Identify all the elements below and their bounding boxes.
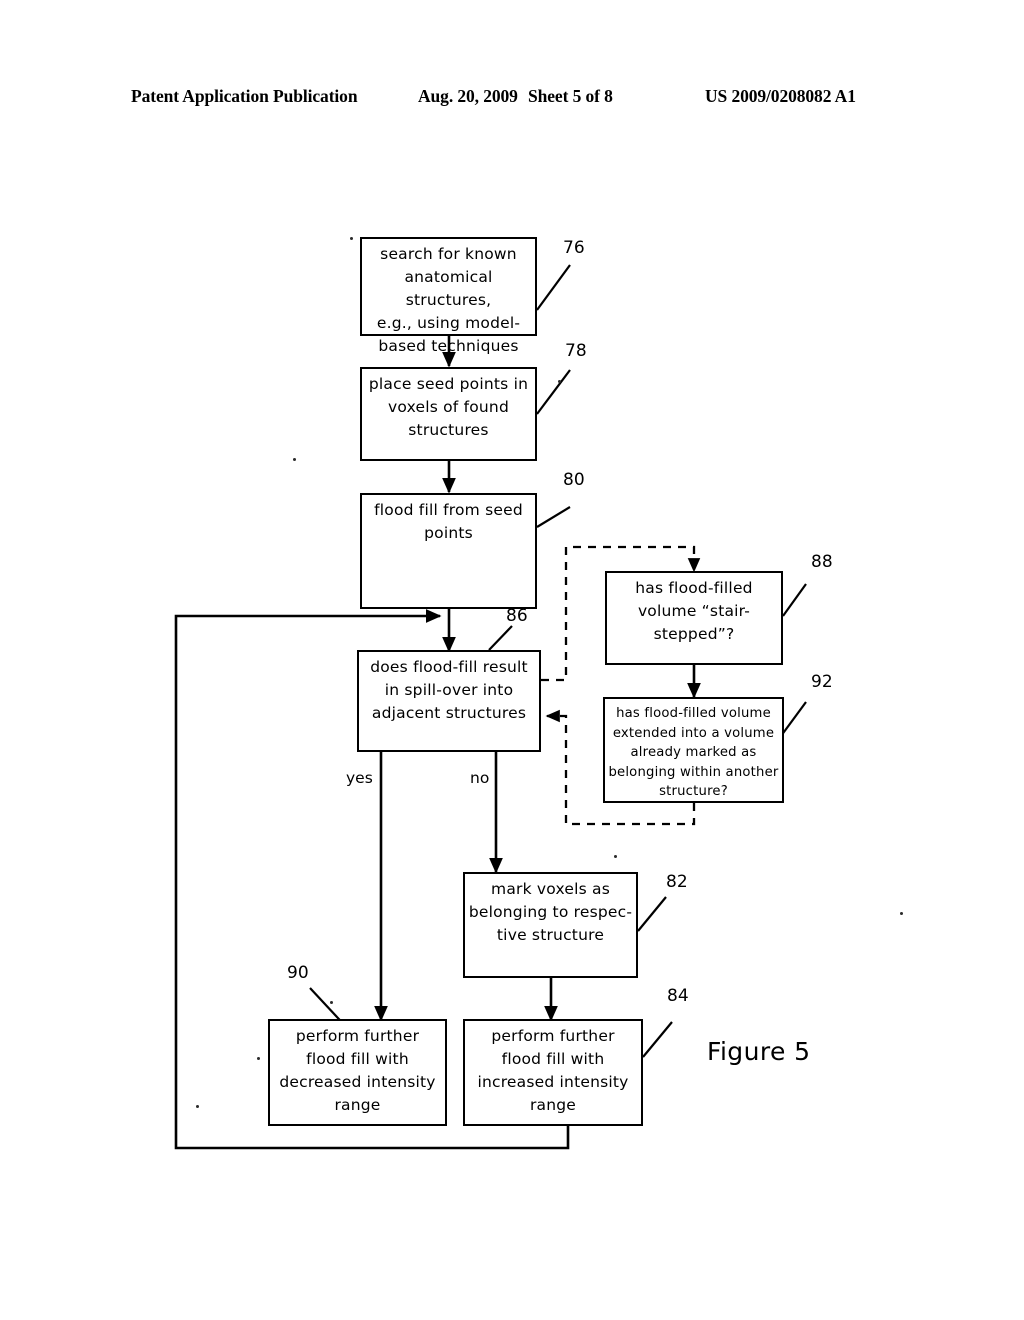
scan-speck bbox=[350, 237, 353, 240]
scan-speck bbox=[196, 1105, 199, 1108]
flow-box-80-text: flood fill from seed points bbox=[374, 501, 523, 542]
leader-line-92 bbox=[780, 701, 807, 737]
flow-box-78-text: place seed points in voxels of found str… bbox=[368, 375, 529, 439]
ref-numeral-82: 82 bbox=[666, 872, 688, 892]
flow-box-86: does flood-fill result in spill-over int… bbox=[357, 650, 541, 752]
flow-box-92: has flood-filled volume extended into a … bbox=[603, 697, 784, 803]
scan-speck bbox=[330, 1001, 333, 1004]
flow-box-82-text: mark voxels as belonging to respec- tive… bbox=[468, 880, 633, 944]
ref-numeral-78: 78 bbox=[565, 341, 587, 361]
flow-box-88: has flood-filled volume “stair- stepped”… bbox=[605, 571, 783, 665]
branch-label-no: no bbox=[470, 769, 490, 787]
scan-speck bbox=[900, 912, 903, 915]
flow-box-76-text: search for known anatomical structures, … bbox=[376, 245, 521, 355]
ref-numeral-80: 80 bbox=[563, 470, 585, 490]
ref-numeral-92: 92 bbox=[811, 672, 833, 692]
leader-line-76 bbox=[536, 264, 571, 311]
flow-box-84-text: perform further flood fill with increase… bbox=[477, 1027, 629, 1114]
flow-box-88-text: has flood-filled volume “stair- stepped”… bbox=[635, 579, 753, 643]
ref-numeral-76: 76 bbox=[563, 238, 585, 258]
flow-box-82: mark voxels as belonging to respec- tive… bbox=[463, 872, 638, 978]
leader-line-86 bbox=[488, 625, 513, 651]
flow-box-90-text: perform further flood fill with decrease… bbox=[279, 1027, 436, 1114]
flow-box-86-text: does flood-fill result in spill-over int… bbox=[370, 658, 528, 722]
scan-speck bbox=[558, 380, 561, 383]
ref-numeral-90: 90 bbox=[287, 963, 309, 983]
ref-numeral-86: 86 bbox=[506, 606, 528, 626]
flow-box-78: place seed points in voxels of found str… bbox=[360, 367, 537, 461]
leader-line-78 bbox=[536, 369, 571, 415]
figure-caption: Figure 5 bbox=[707, 1037, 811, 1066]
leader-line-84 bbox=[642, 1021, 673, 1058]
flow-box-84: perform further flood fill with increase… bbox=[463, 1019, 643, 1126]
scan-speck bbox=[293, 458, 296, 461]
ref-numeral-88: 88 bbox=[811, 552, 833, 572]
leader-line-82 bbox=[637, 896, 667, 932]
ref-numeral-84: 84 bbox=[667, 986, 689, 1006]
leader-line-80 bbox=[536, 506, 571, 528]
flow-box-90: perform further flood fill with decrease… bbox=[268, 1019, 447, 1126]
scan-speck bbox=[614, 855, 617, 858]
flow-box-76: search for known anatomical structures, … bbox=[360, 237, 537, 355]
scan-speck bbox=[257, 1057, 260, 1060]
flow-box-80: flood fill from seed points bbox=[360, 493, 537, 609]
flow-box-92-text: has flood-filled volume extended into a … bbox=[608, 706, 779, 799]
branch-label-yes: yes bbox=[346, 769, 373, 787]
leader-line-88 bbox=[782, 583, 807, 617]
